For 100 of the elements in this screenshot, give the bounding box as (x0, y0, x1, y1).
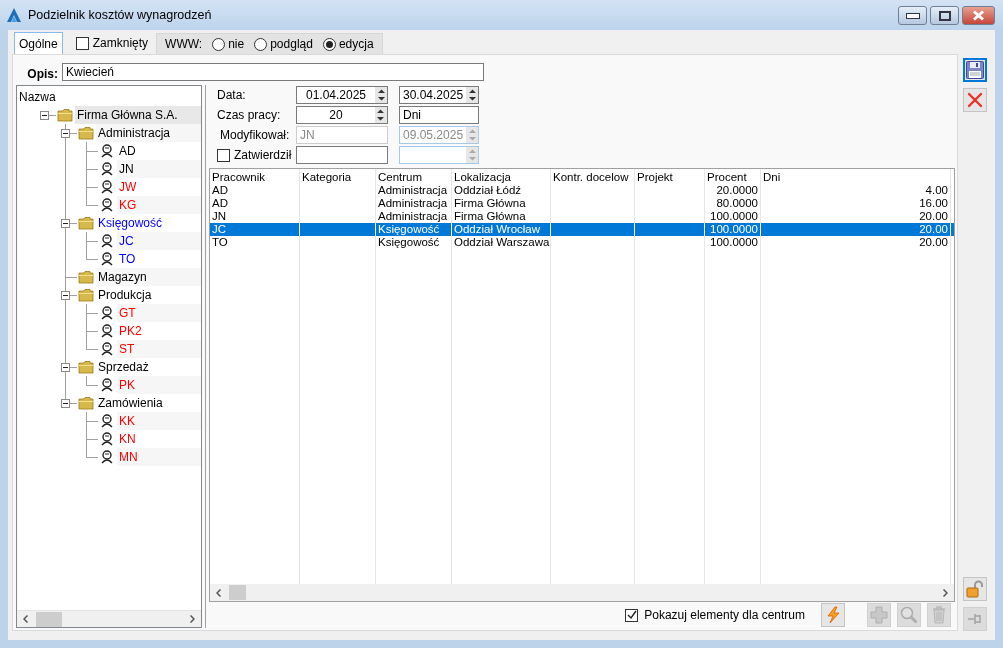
spin-button[interactable] (466, 87, 478, 103)
close-button[interactable] (962, 6, 995, 25)
radio-button[interactable] (322, 37, 336, 51)
expand-button[interactable] (60, 398, 70, 408)
minus-icon (62, 400, 68, 406)
tree-item[interactable]: JC (117, 232, 201, 250)
expand-button[interactable] (39, 110, 49, 120)
tab[interactable]: Ogólne (14, 32, 63, 55)
field-label: Opis: (26, 67, 59, 81)
tree-item[interactable]: KK (117, 412, 201, 430)
tree-item[interactable]: JN (117, 160, 201, 178)
person-icon (99, 342, 115, 356)
expand-button[interactable] (60, 128, 70, 138)
maximize-button[interactable] (930, 6, 959, 25)
tree-item[interactable]: PK2 (117, 322, 201, 340)
spin-button[interactable] (375, 107, 387, 123)
column-header[interactable]: Projekt (635, 169, 705, 184)
input-field[interactable]: 01.04.2025 (296, 86, 388, 104)
folder-icon (78, 288, 94, 302)
column-header: Nazwa (18, 89, 57, 106)
checkbox-label: Zamknięty (92, 36, 149, 50)
up-down-arrows-icon (468, 129, 476, 141)
tree-item[interactable]: KN (117, 430, 201, 448)
spin-button[interactable] (375, 87, 387, 103)
checkbox[interactable] (75, 36, 89, 50)
tree-item[interactable]: Sprzedaż (96, 358, 201, 376)
table-row[interactable]: JC Księgowość Oddział Wrocław 100.0000 20.00 (210, 223, 954, 236)
column-header[interactable]: Centrum (376, 169, 452, 184)
tree-item[interactable]: Produkcja (96, 286, 201, 304)
folder-icon (78, 396, 94, 410)
column-header[interactable]: Pracownik (210, 169, 300, 184)
search-icon (900, 606, 918, 624)
table-row[interactable]: AD Administracja Firma Główna 80.0000 16.00 (210, 197, 954, 210)
radio-button[interactable] (254, 37, 268, 51)
input-field[interactable]: 30.04.2025 (399, 86, 479, 104)
person-icon (99, 432, 115, 446)
tree-item[interactable]: Zamówienia (96, 394, 201, 412)
person-icon (99, 306, 115, 320)
table-cell: 100.0000 (705, 223, 761, 236)
tree-item[interactable]: ST (117, 340, 201, 358)
radio-button[interactable] (212, 37, 226, 51)
radio-label: edycja (338, 37, 374, 51)
table-row[interactable]: AD Administracja Oddział Łódź 20.0000 4.00 (210, 184, 954, 197)
input-field[interactable]: Kwiecień (62, 63, 484, 81)
input-field[interactable] (296, 146, 388, 164)
tree-item[interactable]: JW (117, 178, 201, 196)
minus-icon (62, 220, 68, 226)
person-icon (99, 252, 115, 266)
minimize-icon (905, 12, 920, 19)
table-cell: 16.00 (761, 197, 951, 210)
folder-icon (78, 360, 94, 374)
table-row[interactable]: TO Księgowość Oddział Warszawa 100.0000 20.00 (210, 236, 954, 249)
column-header[interactable]: Lokalizacja (452, 169, 551, 184)
tree-item[interactable]: KG (117, 196, 201, 214)
table-cell: 20.0000 (705, 184, 761, 197)
tree-item[interactable]: Firma Główna S.A. (75, 106, 201, 124)
person-icon (99, 324, 115, 338)
up-down-arrows-icon (468, 149, 476, 161)
column-header[interactable]: Procent (705, 169, 761, 184)
tree-item[interactable]: PK (117, 376, 201, 394)
checkbox[interactable] (217, 148, 230, 162)
plus-icon (870, 606, 888, 624)
scrollbar-thumb[interactable] (229, 585, 246, 600)
tree-item[interactable]: Administracja (96, 124, 201, 142)
table-cell: TO (210, 236, 300, 249)
checkbox[interactable] (625, 608, 639, 622)
tree-item[interactable]: AD (117, 142, 201, 160)
horizontal-scrollbar[interactable] (17, 610, 201, 627)
input-field[interactable]: 20 (296, 106, 388, 124)
tree-item[interactable]: TO (117, 250, 201, 268)
table-cell: AD (210, 184, 300, 197)
tree-item[interactable]: GT (117, 304, 201, 322)
table-cell: Oddział Łódź (452, 184, 551, 197)
minimize-button[interactable] (898, 6, 927, 25)
close-icon (967, 92, 983, 108)
close-icon (972, 10, 985, 21)
up-down-arrows-icon (468, 89, 476, 101)
column-header[interactable]: Kategoria (300, 169, 376, 184)
cancel-button[interactable] (963, 88, 987, 112)
person-icon (99, 180, 115, 194)
up-down-arrows-icon (377, 89, 385, 101)
person-icon (99, 198, 115, 212)
scrollbar-thumb[interactable] (36, 611, 62, 627)
expand-button[interactable] (60, 218, 70, 228)
tree-item[interactable]: MN (117, 448, 201, 466)
app-logo-icon (6, 7, 22, 23)
expand-button[interactable] (60, 290, 70, 300)
column-header[interactable]: Dni (761, 169, 951, 184)
expand-button[interactable] (60, 362, 70, 372)
table-cell: 80.0000 (705, 197, 761, 210)
folder-icon (57, 108, 73, 122)
horizontal-scrollbar[interactable] (210, 584, 954, 601)
field-label: Modyfikował: (219, 127, 291, 144)
tree-item[interactable]: Magazyn (96, 268, 201, 286)
table-cell: Administracja (376, 184, 452, 197)
minus-icon (41, 112, 47, 118)
column-header[interactable]: Kontr. docelow (551, 169, 635, 184)
save-button[interactable] (963, 58, 987, 82)
tree-item[interactable]: Księgowość (96, 214, 201, 232)
input-field[interactable]: Dni (399, 106, 479, 124)
